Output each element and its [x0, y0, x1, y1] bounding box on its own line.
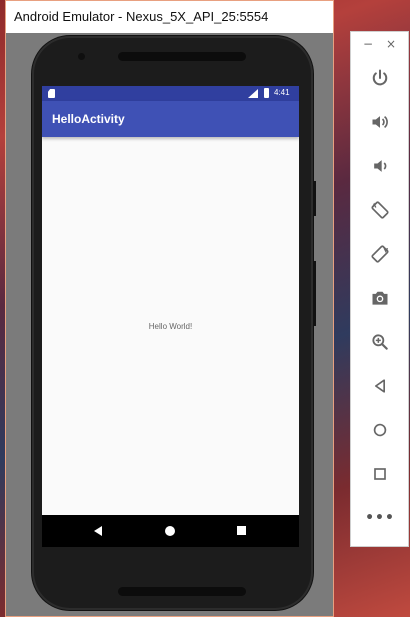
- power-side-button[interactable]: [313, 181, 316, 216]
- status-clock: 4:41: [274, 88, 290, 97]
- window-title: Android Emulator - Nexus_5X_API_25:5554: [14, 9, 269, 24]
- power-button[interactable]: [365, 63, 395, 93]
- close-button[interactable]: ×: [385, 37, 397, 51]
- screenshot-button[interactable]: [365, 283, 395, 313]
- more-button[interactable]: •••: [365, 503, 395, 533]
- bottom-speaker: [118, 587, 246, 596]
- back-icon: [94, 526, 102, 536]
- device-area: 4:41 HelloActivity Hello World!: [6, 33, 333, 616]
- emulator-window: Android Emulator - Nexus_5X_API_25:5554 …: [5, 0, 334, 617]
- app-toolbar: HelloActivity: [42, 101, 299, 137]
- volume-up-icon: [372, 115, 388, 129]
- device-screen[interactable]: 4:41 HelloActivity Hello World!: [42, 86, 299, 547]
- phone-frame: 4:41 HelloActivity Hello World!: [32, 36, 316, 610]
- status-bar: 4:41: [42, 86, 299, 101]
- window-title-bar: Android Emulator - Nexus_5X_API_25:5554: [6, 1, 333, 33]
- nav-back-button[interactable]: [77, 515, 117, 547]
- emulator-controls-panel: − × •••: [350, 31, 409, 547]
- overview-icon: [374, 468, 386, 480]
- back-icon: [375, 379, 385, 393]
- front-camera: [78, 53, 85, 60]
- volume-down-icon: [374, 160, 387, 172]
- rotate-right-icon: [371, 245, 389, 263]
- hello-text: Hello World!: [148, 322, 193, 331]
- home-icon: [373, 423, 387, 437]
- zoom-button[interactable]: [365, 327, 395, 357]
- nav-recents-button[interactable]: [222, 515, 262, 547]
- camera-icon: [372, 291, 388, 305]
- volume-down-button[interactable]: [365, 151, 395, 181]
- volume-side-button[interactable]: [313, 261, 316, 326]
- back-button[interactable]: [365, 371, 395, 401]
- overview-button[interactable]: [365, 459, 395, 489]
- panel-header: − ×: [351, 32, 408, 58]
- rotate-left-icon: [371, 201, 389, 219]
- top-speaker: [118, 52, 246, 61]
- recents-icon: [237, 526, 246, 535]
- navigation-bar: [42, 515, 299, 547]
- app-title: HelloActivity: [52, 112, 125, 126]
- zoom-icon: [372, 334, 388, 350]
- minimize-button[interactable]: −: [363, 37, 373, 51]
- power-icon: [372, 69, 388, 86]
- rotate-left-button[interactable]: [365, 195, 395, 225]
- home-icon: [165, 526, 175, 536]
- signal-icon: [248, 89, 258, 98]
- volume-up-button[interactable]: [365, 107, 395, 137]
- rotate-right-button[interactable]: [365, 239, 395, 269]
- nav-home-button[interactable]: [150, 515, 190, 547]
- sd-card-icon: [48, 89, 55, 98]
- battery-icon: [264, 88, 269, 98]
- home-button[interactable]: [365, 415, 395, 445]
